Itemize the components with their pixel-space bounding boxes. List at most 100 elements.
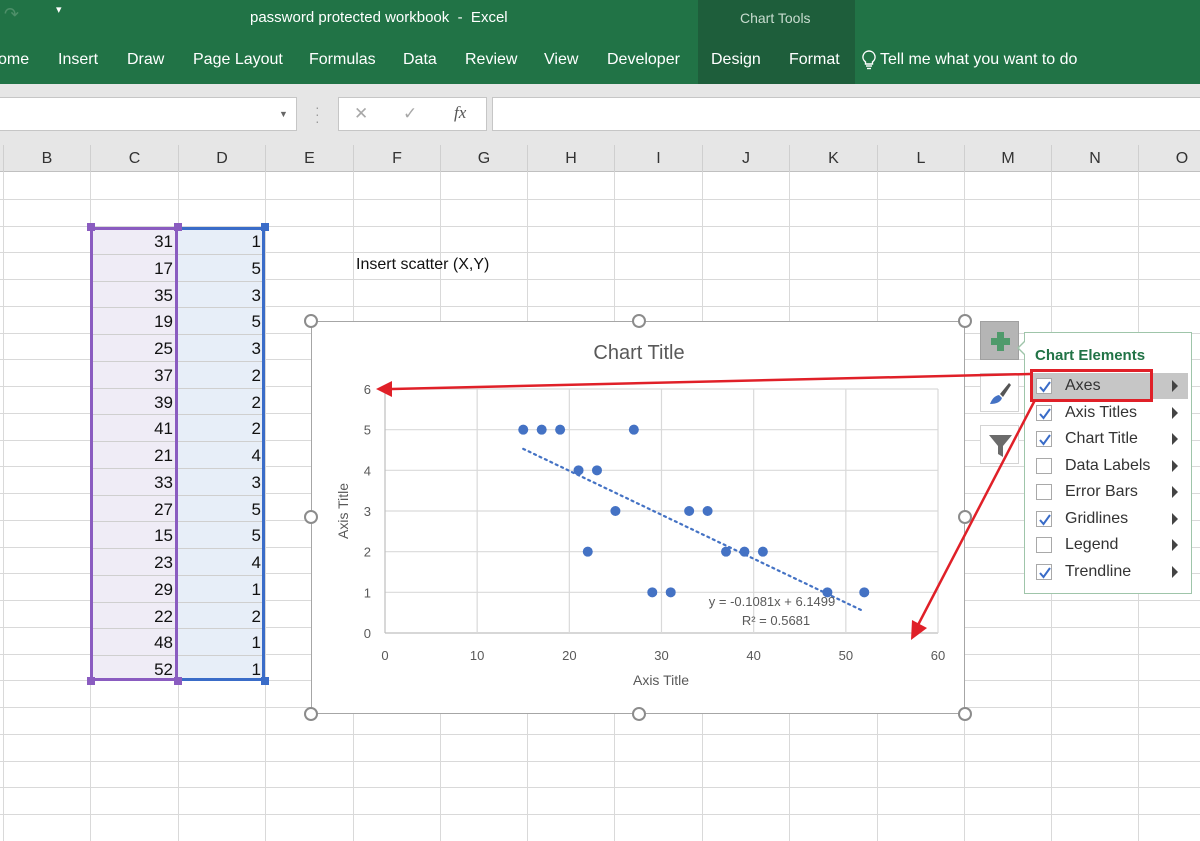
column-header-i[interactable]: I [614,145,702,172]
cell-x-value[interactable]: 29 [93,576,173,603]
tab-data[interactable]: Data [403,51,437,69]
checkbox[interactable] [1036,457,1052,474]
cell-x-value[interactable]: 52 [93,656,173,683]
column-header-e[interactable]: E [265,145,353,172]
cell-y-value[interactable]: 3 [181,335,261,362]
redo-icon[interactable]: ↷ [4,4,19,25]
submenu-arrow-icon[interactable] [1172,512,1178,525]
tab-view[interactable]: View [544,51,578,69]
cell-y-value[interactable]: 5 [181,522,261,549]
cell-y-value[interactable]: 2 [181,362,261,389]
tab-format[interactable]: Format [789,51,840,69]
chart-element-error-bars[interactable]: Error Bars [1030,479,1188,505]
cell-x-value[interactable]: 39 [93,389,173,416]
column-header-c[interactable]: C [90,145,178,172]
cell-x-value[interactable]: 21 [93,442,173,469]
chart-element-gridlines[interactable]: Gridlines [1030,506,1188,532]
data-point[interactable] [859,587,870,598]
data-point[interactable] [518,424,529,435]
chart-element-data-labels[interactable]: Data Labels [1030,453,1188,479]
data-point[interactable] [555,424,566,435]
submenu-arrow-icon[interactable] [1172,459,1178,472]
tab-developer[interactable]: Developer [607,51,680,69]
column-header-b[interactable]: B [3,145,90,172]
range-handle[interactable] [174,223,182,231]
chart-resize-handle[interactable] [632,314,646,328]
submenu-arrow-icon[interactable] [1172,539,1178,551]
chart-element-chart-title[interactable]: Chart Title [1030,426,1188,452]
data-point[interactable] [582,546,593,557]
submenu-arrow-icon[interactable] [1172,486,1178,498]
checkbox[interactable] [1036,484,1052,500]
name-box-dropdown-icon[interactable]: ▼ [279,109,288,119]
cell-x-value[interactable]: 35 [93,282,173,309]
checkbox[interactable] [1036,563,1052,580]
formula-input[interactable] [492,97,1200,131]
data-point[interactable] [647,587,658,598]
cell-y-value[interactable]: 1 [181,576,261,603]
x-axis-title[interactable]: Axis Title [633,672,689,688]
name-box[interactable] [0,97,297,131]
range-handle[interactable] [87,677,95,685]
column-header-o[interactable]: O [1138,145,1200,172]
cell-x-value[interactable]: 23 [93,549,173,576]
chart-styles-button[interactable] [980,373,1019,412]
column-header-m[interactable]: M [964,145,1051,172]
column-header-g[interactable]: G [440,145,527,172]
cell-x-value[interactable]: 25 [93,335,173,362]
tab-home[interactable]: ome [0,51,29,69]
data-point[interactable] [721,546,732,557]
enter-formula-icon[interactable]: ✓ [403,104,417,124]
cell-x-value[interactable]: 17 [93,255,173,282]
checkbox[interactable] [1036,537,1052,553]
column-header-k[interactable]: K [789,145,877,172]
chart-resize-handle[interactable] [304,510,318,524]
data-point[interactable] [702,506,713,516]
cell-x-value[interactable]: 19 [93,308,173,335]
column-header-j[interactable]: J [702,145,789,172]
cell-x-value[interactable]: 27 [93,496,173,523]
data-point[interactable] [610,506,621,516]
submenu-arrow-icon[interactable] [1172,565,1178,578]
tab-design[interactable]: Design [711,51,761,69]
submenu-arrow-icon[interactable] [1172,406,1178,419]
column-header-n[interactable]: N [1051,145,1138,172]
data-point[interactable] [628,424,639,435]
submenu-arrow-icon[interactable] [1172,380,1178,392]
cell-y-value[interactable]: 2 [181,389,261,416]
tell-me-search[interactable]: Tell me what you want to do [862,50,1077,70]
cell-y-value[interactable]: 5 [181,308,261,335]
chart-elements-button[interactable] [980,321,1019,360]
tab-formulas[interactable]: Formulas [309,51,376,69]
chart-filters-button[interactable] [980,425,1019,464]
tab-review[interactable]: Review [465,51,517,69]
chart-title[interactable]: Chart Title [593,342,684,364]
chart-resize-handle[interactable] [958,707,972,721]
trendline-r-squared[interactable]: R² = 0.5681 [742,613,810,628]
tab-insert[interactable]: Insert [58,51,98,69]
data-point[interactable] [665,587,676,598]
cell-x-value[interactable]: 33 [93,469,173,496]
range-handle[interactable] [174,677,182,685]
column-header-f[interactable]: F [353,145,440,172]
cell-x-value[interactable]: 15 [93,522,173,549]
note-cell[interactable]: Insert scatter (X,Y) [356,256,489,274]
cell-x-value[interactable]: 22 [93,603,173,630]
data-point[interactable] [757,546,768,557]
cell-y-value[interactable]: 3 [181,469,261,496]
cell-y-value[interactable]: 2 [181,603,261,630]
scatter-chart[interactable]: 0 10 20 30 40 50 60 0 1 2 3 4 5 6 Chart Title Axis Titl… [311,321,965,714]
data-point[interactable] [684,506,695,516]
column-header-d[interactable]: D [178,145,265,172]
cell-y-value[interactable]: 3 [181,282,261,309]
submenu-arrow-icon[interactable] [1172,433,1178,445]
chart-element-legend[interactable]: Legend [1030,532,1188,558]
cell-y-value[interactable]: 5 [181,496,261,523]
cell-y-value[interactable]: 1 [181,629,261,656]
cell-y-value[interactable]: 5 [181,255,261,282]
chart-resize-handle[interactable] [304,314,318,328]
chart-resize-handle[interactable] [304,707,318,721]
cell-y-value[interactable]: 4 [181,442,261,469]
data-point[interactable] [591,465,602,476]
insert-function-button[interactable]: fx [454,103,466,123]
